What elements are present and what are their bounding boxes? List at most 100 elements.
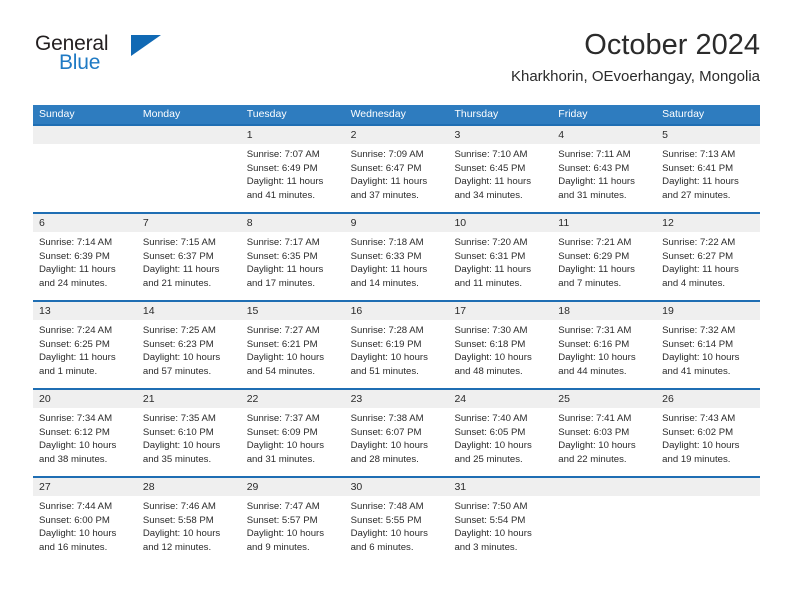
day-cell <box>552 478 657 564</box>
day-number: 8 <box>240 214 345 232</box>
day-cell[interactable]: 16 Sunrise: 7:28 AM Sunset: 6:19 PM Dayl… <box>344 302 449 388</box>
daylight-text: Daylight: 10 hours and 25 minutes. <box>454 440 532 465</box>
daylight-text: Daylight: 10 hours and 9 minutes. <box>246 528 325 553</box>
page-subtitle: Kharkhorin, OEvoerhangay, Mongolia <box>510 68 760 85</box>
day-cell[interactable]: 7 Sunrise: 7:15 AM Sunset: 6:37 PM Dayli… <box>136 214 241 300</box>
day-cell[interactable]: 23 Sunrise: 7:38 AM Sunset: 6:07 PM Dayl… <box>344 390 449 476</box>
day-number: 20 <box>33 390 137 408</box>
day-cell[interactable]: 3 Sunrise: 7:10 AM Sunset: 6:45 PM Dayli… <box>448 126 553 212</box>
day-cell[interactable]: 9 Sunrise: 7:18 AM Sunset: 6:33 PM Dayli… <box>344 214 449 300</box>
sunset-text: Sunset: 6:45 PM <box>454 162 526 174</box>
day-info <box>656 496 760 500</box>
day-info <box>33 144 137 148</box>
daylight-text: Daylight: 10 hours and 22 minutes. <box>558 440 636 465</box>
sunset-text: Sunset: 5:54 PM <box>454 514 526 526</box>
sunrise-text: Sunrise: 7:34 AM <box>39 413 113 424</box>
day-cell[interactable]: 5 Sunrise: 7:13 AM Sunset: 6:41 PM Dayli… <box>656 126 761 212</box>
day-cell[interactable]: 29 Sunrise: 7:47 AM Sunset: 5:57 PM Dayl… <box>240 478 345 564</box>
sunset-text: Sunset: 6:07 PM <box>350 426 422 438</box>
day-number: 16 <box>344 302 449 320</box>
day-cell[interactable]: 24 Sunrise: 7:40 AM Sunset: 6:05 PM Dayl… <box>448 390 553 476</box>
sunrise-text: Sunrise: 7:25 AM <box>142 325 216 336</box>
day-cell[interactable]: 12 Sunrise: 7:22 AM Sunset: 6:27 PM Dayl… <box>656 214 761 300</box>
daylight-text: Daylight: 10 hours and 6 minutes. <box>350 528 428 553</box>
day-number: 3 <box>448 126 553 144</box>
daylight-text: Daylight: 10 hours and 31 minutes. <box>246 440 325 465</box>
weekday-header-saturday: Saturday <box>662 108 705 120</box>
day-number: 6 <box>33 214 137 232</box>
sunrise-text: Sunrise: 7:10 AM <box>454 149 528 160</box>
sunrise-text: Sunrise: 7:37 AM <box>246 413 320 424</box>
daylight-text: Daylight: 10 hours and 48 minutes. <box>454 352 532 377</box>
sunrise-text: Sunrise: 7:07 AM <box>246 149 320 160</box>
day-cell[interactable]: 11 Sunrise: 7:21 AM Sunset: 6:29 PM Dayl… <box>552 214 657 300</box>
day-cell <box>656 478 761 564</box>
day-cell[interactable]: 10 Sunrise: 7:20 AM Sunset: 6:31 PM Dayl… <box>448 214 553 300</box>
sunrise-text: Sunrise: 7:50 AM <box>454 501 528 512</box>
day-number: 13 <box>33 302 137 320</box>
day-cell[interactable]: 28 Sunrise: 7:46 AM Sunset: 5:58 PM Dayl… <box>136 478 241 564</box>
day-cell[interactable]: 6 Sunrise: 7:14 AM Sunset: 6:39 PM Dayli… <box>33 214 137 300</box>
sunrise-text: Sunrise: 7:41 AM <box>558 413 632 424</box>
sunrise-text: Sunrise: 7:40 AM <box>454 413 528 424</box>
day-cell[interactable]: 20 Sunrise: 7:34 AM Sunset: 6:12 PM Dayl… <box>33 390 137 476</box>
sunrise-text: Sunrise: 7:46 AM <box>142 501 216 512</box>
title-block: October 2024 Kharkhorin, OEvoerhangay, M… <box>511 28 760 88</box>
day-cell[interactable]: 17 Sunrise: 7:30 AM Sunset: 6:18 PM Dayl… <box>448 302 553 388</box>
day-cell[interactable]: 14 Sunrise: 7:25 AM Sunset: 6:23 PM Dayl… <box>136 302 241 388</box>
sunrise-text: Sunrise: 7:32 AM <box>662 325 736 336</box>
day-cell[interactable]: 1 Sunrise: 7:07 AM Sunset: 6:49 PM Dayli… <box>240 126 345 212</box>
sunrise-text: Sunrise: 7:17 AM <box>246 237 320 248</box>
sunrise-text: Sunrise: 7:20 AM <box>454 237 528 248</box>
day-cell[interactable]: 27 Sunrise: 7:44 AM Sunset: 6:00 PM Dayl… <box>33 478 137 564</box>
day-cell[interactable]: 30 Sunrise: 7:48 AM Sunset: 5:55 PM Dayl… <box>344 478 449 564</box>
weekday-header-thursday: Thursday <box>454 108 499 120</box>
sunset-text: Sunset: 6:49 PM <box>246 162 318 174</box>
day-number: 31 <box>448 478 553 496</box>
day-cell[interactable]: 4 Sunrise: 7:11 AM Sunset: 6:43 PM Dayli… <box>552 126 657 212</box>
daylight-text: Daylight: 11 hours and 7 minutes. <box>558 264 635 289</box>
day-info: Sunrise: 7:24 AM Sunset: 6:25 PM Dayligh… <box>33 320 137 378</box>
day-number: 10 <box>448 214 553 232</box>
day-number: 5 <box>656 126 761 144</box>
sunrise-text: Sunrise: 7:38 AM <box>350 413 424 424</box>
day-cell[interactable]: 2 Sunrise: 7:09 AM Sunset: 6:47 PM Dayli… <box>344 126 449 212</box>
sunrise-text: Sunrise: 7:21 AM <box>558 237 632 248</box>
day-cell[interactable]: 31 Sunrise: 7:50 AM Sunset: 5:54 PM Dayl… <box>448 478 553 564</box>
day-number: 27 <box>33 478 137 496</box>
day-info: Sunrise: 7:37 AM Sunset: 6:09 PM Dayligh… <box>241 408 345 466</box>
daylight-text: Daylight: 11 hours and 34 minutes. <box>454 176 532 201</box>
day-info: Sunrise: 7:22 AM Sunset: 6:27 PM Dayligh… <box>656 232 760 290</box>
day-cell[interactable]: 21 Sunrise: 7:35 AM Sunset: 6:10 PM Dayl… <box>136 390 241 476</box>
day-cell[interactable]: 18 Sunrise: 7:31 AM Sunset: 6:16 PM Dayl… <box>552 302 657 388</box>
sunrise-text: Sunrise: 7:44 AM <box>39 501 113 512</box>
sunset-text: Sunset: 6:16 PM <box>558 338 630 350</box>
day-cell[interactable]: 13 Sunrise: 7:24 AM Sunset: 6:25 PM Dayl… <box>33 302 137 388</box>
day-number: 28 <box>136 478 241 496</box>
day-cell[interactable]: 8 Sunrise: 7:17 AM Sunset: 6:35 PM Dayli… <box>240 214 345 300</box>
day-info: Sunrise: 7:28 AM Sunset: 6:19 PM Dayligh… <box>345 320 449 378</box>
day-info: Sunrise: 7:14 AM Sunset: 6:39 PM Dayligh… <box>33 232 137 290</box>
day-info: Sunrise: 7:20 AM Sunset: 6:31 PM Dayligh… <box>448 232 552 290</box>
week-row: 20 Sunrise: 7:34 AM Sunset: 6:12 PM Dayl… <box>33 388 761 476</box>
day-info: Sunrise: 7:25 AM Sunset: 6:23 PM Dayligh… <box>137 320 241 378</box>
day-info: Sunrise: 7:41 AM Sunset: 6:03 PM Dayligh… <box>552 408 656 466</box>
weekday-header-monday: Monday <box>142 108 181 120</box>
sunset-text: Sunset: 6:41 PM <box>662 162 734 174</box>
sunset-text: Sunset: 6:00 PM <box>39 514 110 526</box>
day-info: Sunrise: 7:48 AM Sunset: 5:55 PM Dayligh… <box>345 496 449 554</box>
sunset-text: Sunset: 6:14 PM <box>662 338 734 350</box>
day-cell[interactable]: 22 Sunrise: 7:37 AM Sunset: 6:09 PM Dayl… <box>240 390 345 476</box>
day-number: 25 <box>552 390 657 408</box>
day-cell[interactable]: 15 Sunrise: 7:27 AM Sunset: 6:21 PM Dayl… <box>240 302 345 388</box>
weekday-header-friday: Friday <box>558 108 588 120</box>
sunset-text: Sunset: 6:43 PM <box>558 162 630 174</box>
day-cell[interactable]: 26 Sunrise: 7:43 AM Sunset: 6:02 PM Dayl… <box>656 390 761 476</box>
day-cell[interactable]: 19 Sunrise: 7:32 AM Sunset: 6:14 PM Dayl… <box>656 302 761 388</box>
daylight-text: Daylight: 10 hours and 38 minutes. <box>39 440 117 465</box>
day-info: Sunrise: 7:21 AM Sunset: 6:29 PM Dayligh… <box>552 232 656 290</box>
day-number: 30 <box>344 478 449 496</box>
day-info: Sunrise: 7:32 AM Sunset: 6:14 PM Dayligh… <box>656 320 760 378</box>
day-cell[interactable]: 25 Sunrise: 7:41 AM Sunset: 6:03 PM Dayl… <box>552 390 657 476</box>
day-number: 18 <box>552 302 657 320</box>
